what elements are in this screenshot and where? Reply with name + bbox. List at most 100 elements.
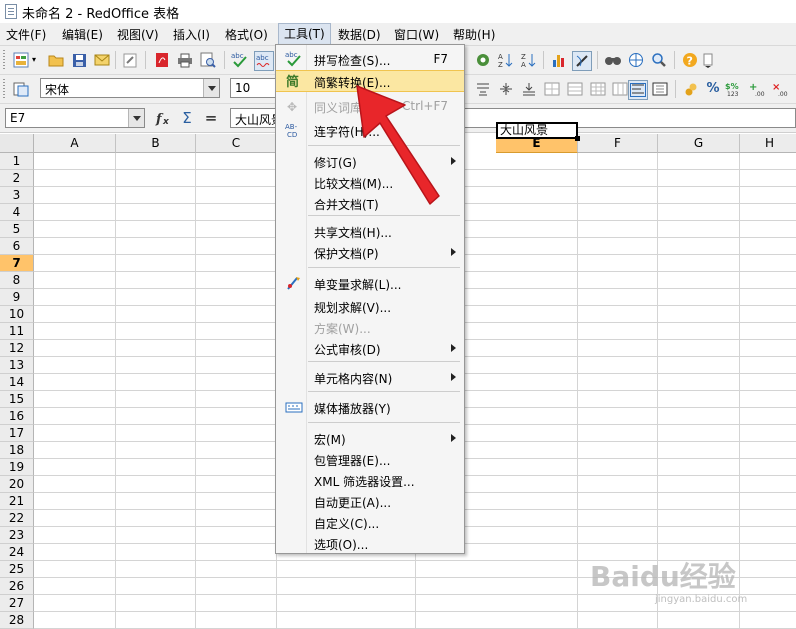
- row-header-28[interactable]: 28: [0, 612, 34, 629]
- standard-format-icon[interactable]: $% 123: [725, 80, 745, 98]
- row-header-22[interactable]: 22: [0, 510, 34, 527]
- row-header-4[interactable]: 4: [0, 204, 34, 221]
- select-all-corner[interactable]: [0, 134, 34, 153]
- row-header-19[interactable]: 19: [0, 459, 34, 476]
- tools-menu-item-15[interactable]: 宏(M): [276, 428, 464, 448]
- email-icon[interactable]: [93, 51, 111, 69]
- tools-menu-item-19[interactable]: 自定义(C)...: [276, 512, 464, 532]
- row-header-18[interactable]: 18: [0, 442, 34, 459]
- tools-menu-item-1[interactable]: 简 简繁转换(E)...: [276, 70, 464, 92]
- dropdown-arrow-icon[interactable]: ▾: [30, 51, 38, 69]
- function-equals-icon[interactable]: =: [202, 109, 220, 127]
- toolbar-grip[interactable]: [3, 79, 5, 99]
- tools-menu-item-9[interactable]: 单变量求解(L)...: [276, 273, 464, 293]
- font-name-dropdown-icon[interactable]: [203, 79, 219, 97]
- menu-insert[interactable]: 插入(I): [173, 26, 210, 43]
- zoom-icon[interactable]: [650, 51, 668, 69]
- row-header-21[interactable]: 21: [0, 493, 34, 510]
- tools-menu-item-20[interactable]: 选项(O)...: [276, 533, 464, 553]
- font-size-box[interactable]: 10: [230, 78, 276, 98]
- row-header-6[interactable]: 6: [0, 238, 34, 255]
- help-icon[interactable]: ?: [681, 51, 699, 69]
- tools-menu-item-16[interactable]: 包管理器(E)...: [276, 449, 464, 469]
- sort-descending-icon[interactable]: ZA: [520, 51, 538, 69]
- open-folder-icon[interactable]: [47, 51, 65, 69]
- tools-menu-item-5[interactable]: 比较文档(M)...: [276, 172, 464, 192]
- menu-help[interactable]: 帮助(H): [453, 26, 495, 43]
- row-header-3[interactable]: 3: [0, 187, 34, 204]
- toolbar-overflow-icon[interactable]: [703, 51, 713, 69]
- delete-decimal-icon[interactable]: × .00: [772, 80, 792, 98]
- add-decimal-icon[interactable]: + .00: [749, 80, 769, 98]
- row-header-26[interactable]: 26: [0, 578, 34, 595]
- align-bottom-icon[interactable]: [520, 80, 538, 98]
- table-columns-icon[interactable]: [611, 80, 629, 98]
- tools-menu-item-6[interactable]: 合并文档(T): [276, 193, 464, 213]
- find-replace-icon[interactable]: [604, 51, 622, 69]
- row-header-8[interactable]: 8: [0, 272, 34, 289]
- spellcheck-icon[interactable]: abc: [231, 51, 249, 69]
- column-header-b[interactable]: B: [116, 134, 196, 153]
- row-header-9[interactable]: 9: [0, 289, 34, 306]
- column-header-f[interactable]: F: [578, 134, 658, 153]
- tools-menu-item-12[interactable]: 公式审核(D): [276, 338, 464, 358]
- tools-menu-item-10[interactable]: 规划求解(V)...: [276, 296, 464, 316]
- save-icon[interactable]: [70, 51, 88, 69]
- tools-menu-item-14[interactable]: 媒体播放器(Y): [276, 397, 464, 417]
- tools-menu-item-8[interactable]: 保护文档(P): [276, 242, 464, 262]
- menu-edit[interactable]: 编辑(E): [62, 26, 103, 43]
- wrap-text-icon[interactable]: [628, 80, 648, 100]
- tools-menu-item-18[interactable]: 自动更正(A)...: [276, 491, 464, 511]
- split-cells-icon[interactable]: [566, 80, 584, 98]
- menu-file[interactable]: 文件(F): [6, 26, 46, 43]
- row-header-14[interactable]: 14: [0, 374, 34, 391]
- cell-border-icon[interactable]: [651, 80, 669, 98]
- gallery-icon[interactable]: [627, 51, 645, 69]
- navigator-icon[interactable]: [474, 51, 492, 69]
- row-header-27[interactable]: 27: [0, 595, 34, 612]
- tools-menu-item-17[interactable]: XML 筛选器设置...: [276, 470, 464, 490]
- column-header-h[interactable]: H: [740, 134, 796, 153]
- row-header-20[interactable]: 20: [0, 476, 34, 493]
- chart-icon[interactable]: [550, 51, 568, 69]
- draw-functions-icon[interactable]: [572, 51, 592, 71]
- selected-cell-e7[interactable]: 大山风景: [496, 122, 580, 141]
- column-header-a[interactable]: A: [34, 134, 116, 153]
- menu-view[interactable]: 视图(V): [117, 26, 159, 43]
- tools-menu-item-3[interactable]: AB- CD 连字符(H)...: [276, 120, 464, 140]
- tools-menu-item-4[interactable]: 修订(G): [276, 151, 464, 171]
- row-header-10[interactable]: 10: [0, 306, 34, 323]
- row-header-17[interactable]: 17: [0, 425, 34, 442]
- row-header-23[interactable]: 23: [0, 527, 34, 544]
- row-header-7[interactable]: 7: [0, 255, 34, 272]
- tools-menu-item-13[interactable]: 单元格内容(N): [276, 367, 464, 387]
- row-header-11[interactable]: 11: [0, 323, 34, 340]
- toolbar-grip[interactable]: [3, 50, 5, 70]
- new-document-icon[interactable]: [12, 51, 30, 69]
- name-box[interactable]: E7: [5, 108, 145, 128]
- column-header-g[interactable]: G: [658, 134, 740, 153]
- row-header-13[interactable]: 13: [0, 357, 34, 374]
- row-header-15[interactable]: 15: [0, 391, 34, 408]
- row-header-5[interactable]: 5: [0, 221, 34, 238]
- print-icon[interactable]: [176, 51, 194, 69]
- styles-icon[interactable]: [12, 80, 30, 98]
- row-header-16[interactable]: 16: [0, 408, 34, 425]
- autospellcheck-icon[interactable]: abc: [254, 51, 274, 71]
- sort-ascending-icon[interactable]: AZ: [497, 51, 515, 69]
- sum-icon[interactable]: Σ: [178, 109, 196, 127]
- print-preview-icon[interactable]: [199, 51, 217, 69]
- menu-window[interactable]: 窗口(W): [394, 26, 439, 43]
- column-header-c[interactable]: C: [196, 134, 277, 153]
- row-header-2[interactable]: 2: [0, 170, 34, 187]
- menu-data[interactable]: 数据(D): [338, 26, 381, 43]
- menu-format[interactable]: 格式(O): [225, 26, 268, 43]
- align-top-icon[interactable]: [474, 80, 492, 98]
- row-header-25[interactable]: 25: [0, 561, 34, 578]
- name-box-dropdown-icon[interactable]: [128, 109, 144, 127]
- percent-icon[interactable]: %: [704, 80, 722, 98]
- function-wizard-icon[interactable]: fx: [155, 109, 173, 127]
- align-center-vertical-icon[interactable]: [497, 80, 515, 98]
- font-name-box[interactable]: 宋体: [40, 78, 220, 98]
- tools-menu-item-0[interactable]: abc 拼写检查(S)... F7: [276, 49, 464, 69]
